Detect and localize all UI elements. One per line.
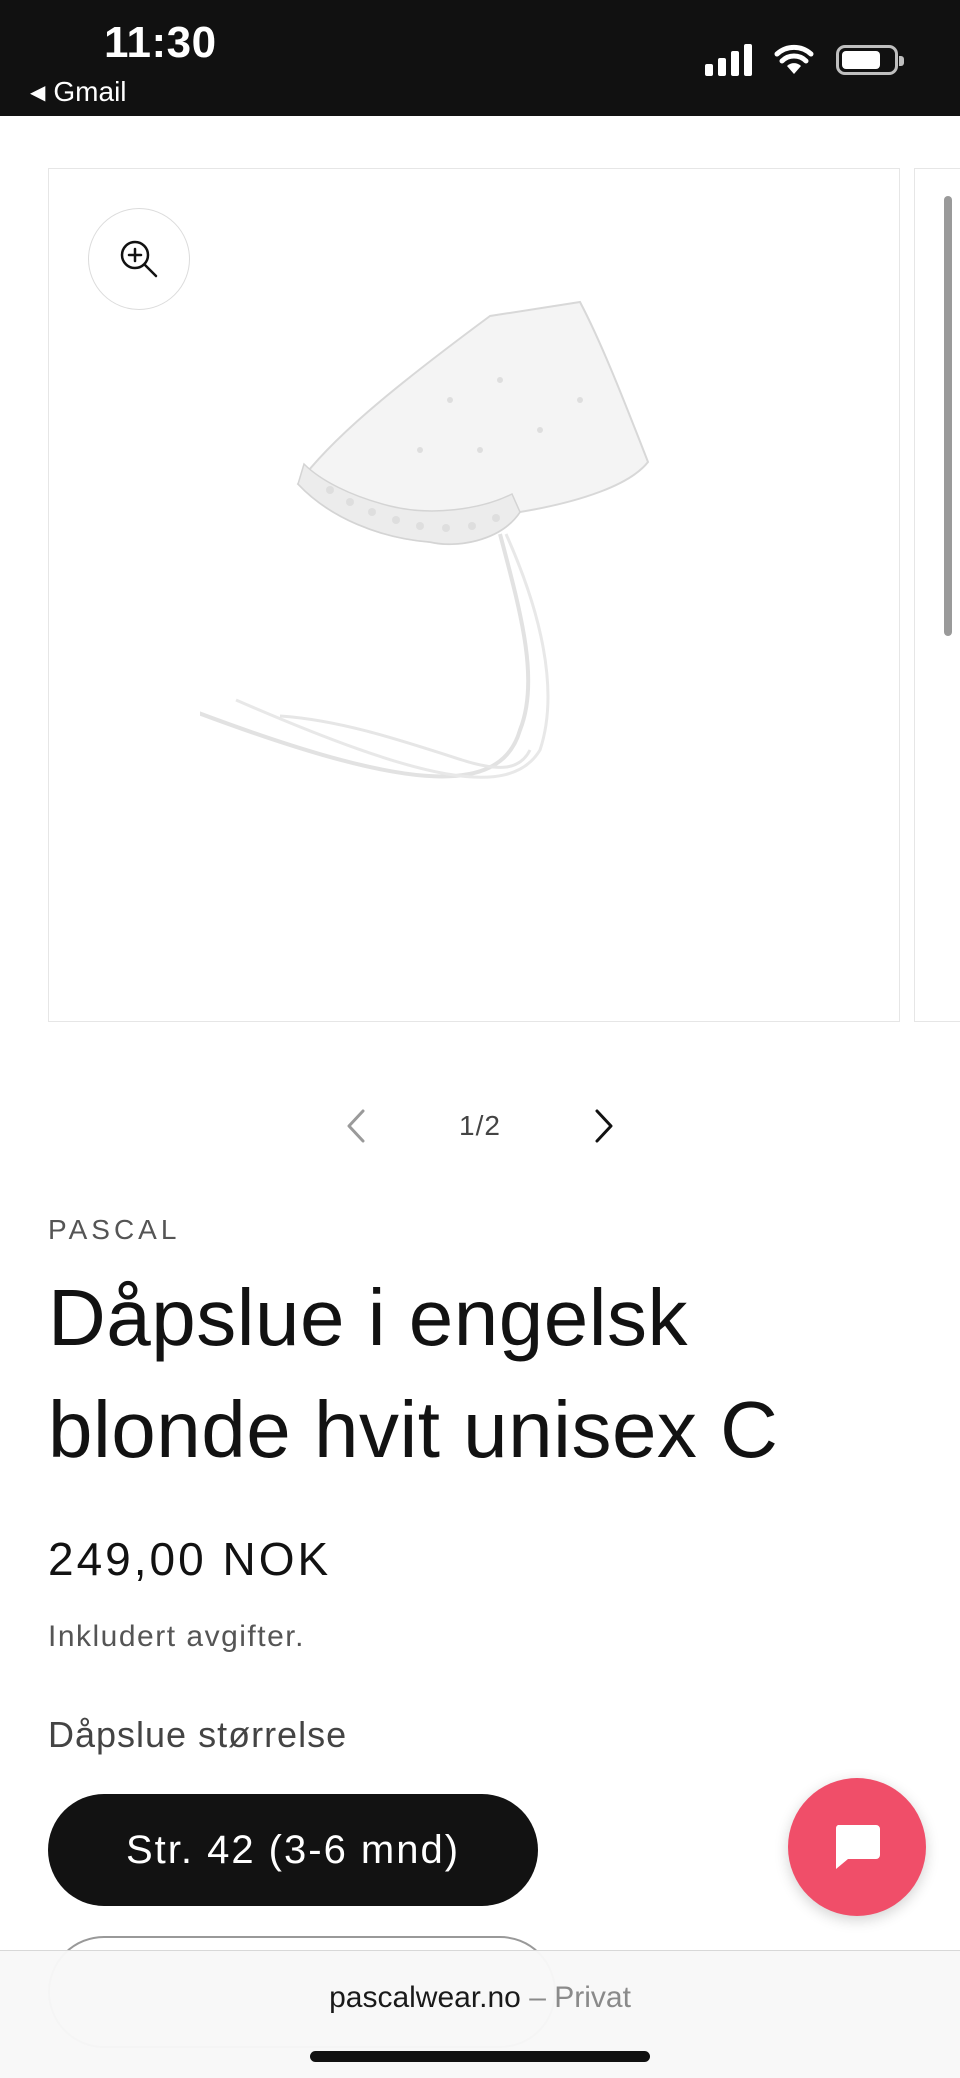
- zoom-in-icon: [120, 240, 158, 278]
- signal-icon: [705, 44, 752, 76]
- zoom-button[interactable]: [88, 208, 190, 310]
- status-icons: [705, 44, 904, 76]
- product-title-line-1: Dåpslue i engelsk: [48, 1273, 688, 1362]
- browser-address-bar[interactable]: pascalwear.no – Privat: [0, 1950, 960, 2078]
- size-option-selected[interactable]: Str. 42 (3-6 mnd): [48, 1794, 538, 1906]
- browser-domain: pascalwear.no: [329, 1981, 521, 2014]
- tax-note: Inkludert avgifter.: [48, 1620, 305, 1653]
- browser-url[interactable]: pascalwear.no – Privat: [0, 1981, 960, 2015]
- scroll-indicator: [944, 196, 952, 636]
- status-time: 11:30: [104, 18, 217, 67]
- next-image-peek[interactable]: [914, 168, 960, 1022]
- back-label: Gmail: [53, 76, 127, 107]
- chevron-left-icon: [347, 1109, 365, 1143]
- chat-button[interactable]: [788, 1778, 926, 1916]
- slider-next-button[interactable]: [584, 1106, 624, 1146]
- browser-separator: –: [520, 1981, 555, 2014]
- back-triangle-icon: ◀: [30, 81, 46, 104]
- status-bar: 11:30 ◀ Gmail: [0, 0, 960, 116]
- product-price: 249,00 NOK: [48, 1533, 332, 1585]
- product-vendor: PASCAL: [48, 1214, 181, 1245]
- slider-prev-button[interactable]: [336, 1106, 376, 1146]
- browser-private-mode: Privat: [554, 1981, 631, 2014]
- size-option-label: Dåpslue størrelse: [48, 1714, 348, 1755]
- slider-counter: 1/2: [459, 1110, 501, 1141]
- battery-icon: [836, 45, 904, 75]
- product-image-baptism-bonnet: [200, 300, 650, 779]
- product-title: Dåpslue i engelsk blonde hvit unisex C: [48, 1262, 908, 1486]
- product-title-line-2: blonde hvit unisex C: [48, 1385, 779, 1474]
- chevron-right-icon: [595, 1109, 613, 1143]
- back-to-gmail-link[interactable]: ◀ Gmail: [30, 76, 127, 108]
- home-indicator[interactable]: [310, 2051, 650, 2062]
- wifi-icon: [774, 44, 814, 74]
- chat-bubble-icon: [835, 1825, 880, 1869]
